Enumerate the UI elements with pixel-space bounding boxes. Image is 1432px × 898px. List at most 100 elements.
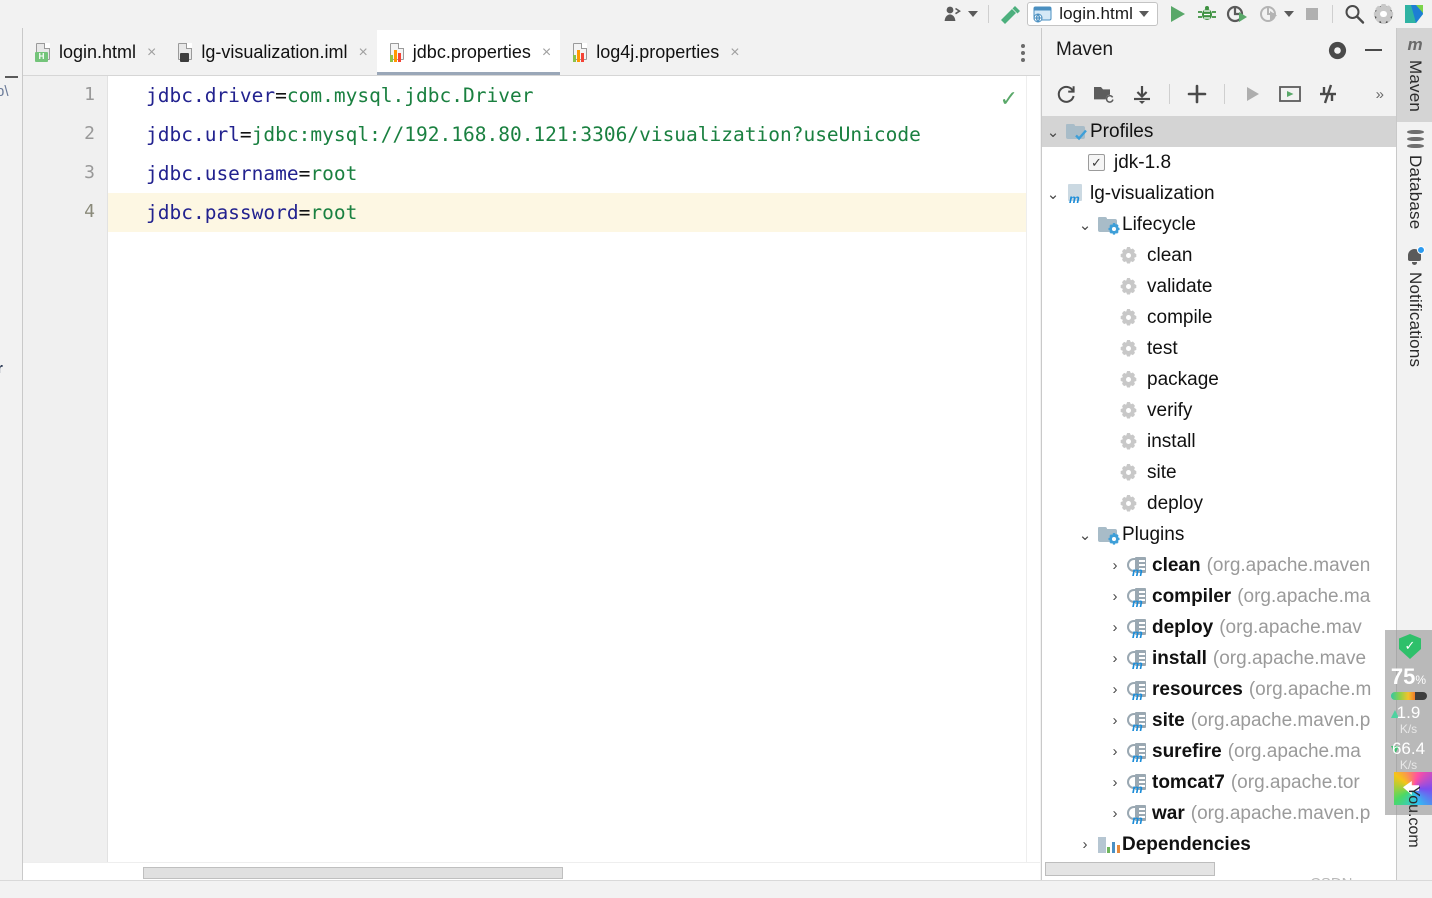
tool-tab-notifications[interactable]: Notifications	[1397, 239, 1432, 377]
property-key: jdbc.url	[146, 123, 240, 146]
chevron-right-icon[interactable]: ›	[1104, 805, 1126, 822]
tree-item-goal-clean[interactable]: clean	[1042, 240, 1396, 271]
reload-all-maven-projects-icon[interactable]	[1050, 79, 1082, 109]
property-value: root	[310, 162, 358, 185]
tree-item-goal-site[interactable]: site	[1042, 457, 1396, 488]
tab-close-icon[interactable]: ×	[358, 44, 367, 61]
generate-sources-icon[interactable]	[1088, 79, 1120, 109]
download-sources-icon[interactable]	[1126, 79, 1158, 109]
tree-item-plugin-tomcat7[interactable]: › m tomcat7 (org.apache.tor	[1042, 767, 1396, 798]
chevron-right-icon[interactable]: ›	[1104, 774, 1126, 791]
code-line-1[interactable]: jdbc.driver = com.mysql.jdbc.Driver	[109, 76, 1040, 115]
property-key: jdbc.username	[146, 162, 299, 185]
chevron-down-icon[interactable]: ⌄	[1042, 185, 1064, 203]
tree-item-plugin-surefire[interactable]: › m surefire (org.apache.ma	[1042, 736, 1396, 767]
code-line-2[interactable]: jdbc.url = jdbc:mysql://192.168.80.121:330…	[109, 115, 1040, 154]
tree-item-plugin-resources[interactable]: › m resources (org.apache.m	[1042, 674, 1396, 705]
more-actions-icon[interactable]: »	[1376, 86, 1388, 103]
tree-item-plugin-clean[interactable]: › m clean (org.apache.maven	[1042, 550, 1396, 581]
run-icon[interactable]	[1162, 1, 1192, 27]
tree-item-goal-compile[interactable]: compile	[1042, 302, 1396, 333]
gear-icon[interactable]	[1369, 1, 1398, 27]
profiler-icon[interactable]	[1254, 1, 1298, 27]
run-with-coverage-icon[interactable]	[1222, 1, 1254, 27]
editor-tab-log4j-properties[interactable]: log4j.properties ×	[560, 30, 748, 75]
chevron-right-icon[interactable]: ›	[1104, 681, 1126, 698]
tool-tab-maven[interactable]: m Maven	[1397, 28, 1432, 123]
chevron-right-icon[interactable]: ›	[1104, 743, 1126, 760]
tree-item-plugin-site[interactable]: › m site (org.apache.maven.p	[1042, 705, 1396, 736]
tab-close-icon[interactable]: ×	[730, 44, 739, 61]
profiles-folder-icon	[1064, 124, 1087, 141]
search-everywhere-icon[interactable]	[1339, 1, 1369, 27]
editor-tab-jdbc-properties[interactable]: jdbc.properties ×	[376, 30, 561, 75]
tree-item-lg-visualization[interactable]: ⌄ m lg-visualization	[1042, 178, 1396, 209]
editor-tab-lg-visualization-iml[interactable]: lg-visualization.iml ×	[165, 30, 376, 75]
tree-item-goal-deploy[interactable]: deploy	[1042, 488, 1396, 519]
tree-item-goal-package[interactable]: package	[1042, 364, 1396, 395]
code-editor[interactable]: 1 2 3 4 jdbc.driver = com.mysql.jdbc.Drive…	[23, 75, 1040, 880]
dependencies-icon	[1096, 836, 1120, 854]
tree-item-goal-validate[interactable]: validate	[1042, 271, 1396, 302]
chevron-right-icon[interactable]: ›	[1104, 588, 1126, 605]
tab-overflow-icon[interactable]	[1006, 30, 1040, 75]
property-value: com.mysql.jdbc.Driver	[286, 84, 534, 107]
chevron-down-icon[interactable]	[1139, 11, 1149, 17]
tree-item-lifecycle[interactable]: ⌄ Lifecycle	[1042, 209, 1396, 240]
code-line-3[interactable]: jdbc.username = root	[109, 154, 1040, 193]
tree-item-plugins[interactable]: ⌄ Plugins	[1042, 519, 1396, 550]
tree-item-goal-install[interactable]: install	[1042, 426, 1396, 457]
chevron-down-icon[interactable]: ⌄	[1042, 123, 1064, 141]
tab-close-icon[interactable]: ×	[147, 44, 156, 61]
maven-goal-icon	[1120, 433, 1137, 450]
chevron-right-icon[interactable]: ›	[1104, 650, 1126, 667]
minimize-icon[interactable]	[1364, 46, 1384, 54]
scrollbar-thumb[interactable]	[1045, 862, 1215, 876]
run-configuration-selector[interactable]: login.html	[1027, 2, 1158, 26]
ide-logo-icon[interactable]	[1398, 1, 1432, 27]
tree-item-goal-verify[interactable]: verify	[1042, 395, 1396, 426]
debug-icon[interactable]	[1192, 1, 1222, 27]
stop-icon[interactable]	[1298, 1, 1326, 27]
left-tool-strip-clipped: p\ r	[0, 28, 23, 880]
chevron-down-icon[interactable]	[968, 11, 979, 17]
add-maven-project-icon[interactable]	[1181, 79, 1213, 109]
toggle-skip-tests-icon[interactable]	[1312, 79, 1344, 109]
chevron-right-icon[interactable]: ›	[1104, 712, 1126, 729]
tree-item-plugin-compiler[interactable]: › m compiler (org.apache.ma	[1042, 581, 1396, 612]
inspection-ok-checkmark[interactable]: ✓	[1000, 88, 1018, 110]
tree-item-plugin-deploy[interactable]: › m deploy (org.apache.mav	[1042, 612, 1396, 643]
execute-maven-goal-icon[interactable]	[1274, 79, 1306, 109]
editor-tab-login-html[interactable]: H login.html ×	[23, 30, 165, 75]
tree-item-profiles[interactable]: ⌄ Profiles	[1042, 116, 1396, 147]
tree-item-group-id: (org.apache.mave	[1212, 647, 1367, 669]
user-dropdown-icon[interactable]	[939, 1, 982, 27]
tree-item-jdk-profile[interactable]: ✓ jdk-1.8	[1042, 147, 1396, 178]
chevron-right-icon[interactable]: ›	[1074, 836, 1096, 853]
chevron-down-icon[interactable]: ⌄	[1074, 526, 1096, 544]
scrollbar-thumb[interactable]	[143, 867, 563, 879]
editor-gutter[interactable]: 1 2 3 4	[23, 76, 108, 880]
html-badge: H	[35, 51, 48, 62]
property-value: jdbc:mysql://192.168.80.121:3306/visuali…	[251, 123, 921, 146]
shield-ok-icon[interactable]: ✓	[1399, 634, 1421, 659]
tool-tab-database[interactable]: Database	[1397, 122, 1432, 239]
tree-item-plugin-install[interactable]: › m install (org.apache.mave	[1042, 643, 1396, 674]
hammer-build-icon[interactable]	[995, 1, 1027, 27]
run-maven-build-icon[interactable]	[1236, 79, 1268, 109]
chevron-down-icon[interactable]: ⌄	[1074, 216, 1096, 234]
code-content[interactable]: jdbc.driver = com.mysql.jdbc.Driver jdbc.u…	[109, 76, 1040, 880]
gear-icon[interactable]	[1327, 40, 1348, 61]
code-line-4[interactable]: jdbc.password = root	[109, 193, 1040, 232]
checkbox-checked[interactable]: ✓	[1088, 154, 1105, 171]
tab-close-icon[interactable]: ×	[542, 44, 551, 61]
chevron-right-icon[interactable]: ›	[1104, 557, 1126, 574]
tree-item-dependencies[interactable]: › Dependencies	[1042, 829, 1396, 858]
tree-item-plugin-war[interactable]: › m war (org.apache.maven.p	[1042, 798, 1396, 829]
chevron-right-icon[interactable]: ›	[1104, 619, 1126, 636]
maven-project-tree[interactable]: ⌄ Profiles ✓ jdk-1.8 ⌄ m lg-visualizatio…	[1042, 116, 1396, 858]
tree-item-goal-test[interactable]: test	[1042, 333, 1396, 364]
editor-horizontal-scrollbar[interactable]	[23, 862, 1040, 880]
chevron-down-icon[interactable]	[1284, 11, 1294, 17]
tree-item-label: war	[1152, 802, 1185, 824]
